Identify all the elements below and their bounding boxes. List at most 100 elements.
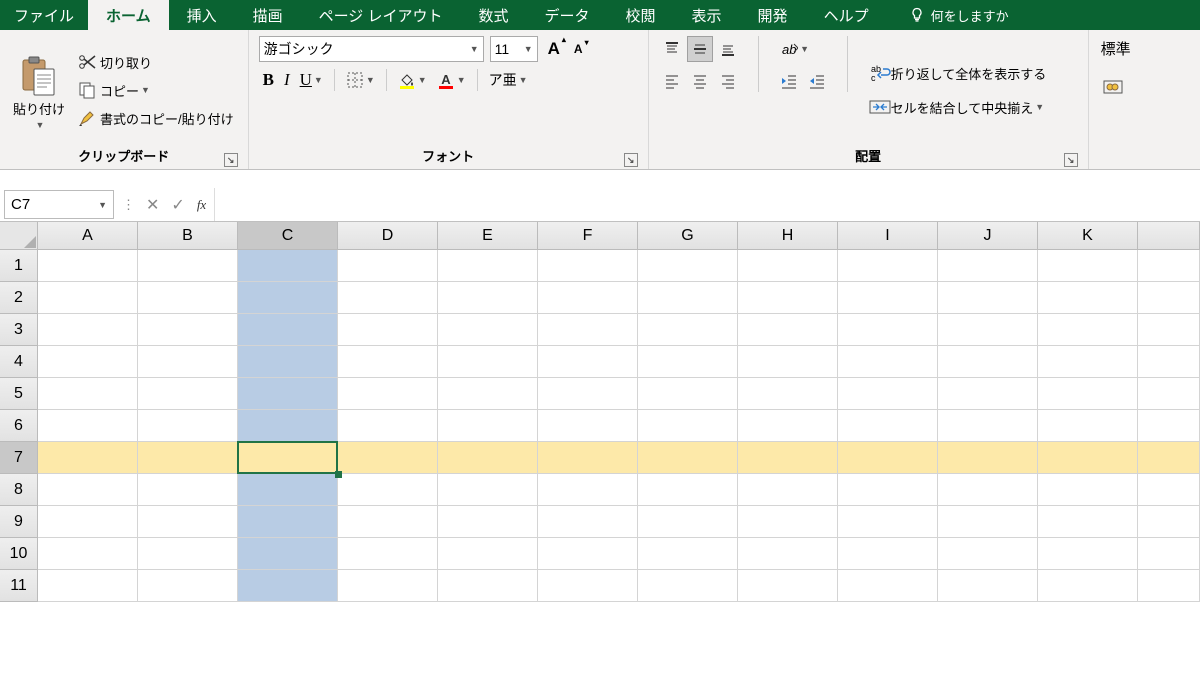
column-header-F[interactable]: F <box>538 222 638 250</box>
clipboard-dialog-launcher[interactable]: ↘ <box>224 153 238 167</box>
cell-extra[interactable] <box>1138 346 1200 378</box>
cell-I5[interactable] <box>838 378 938 410</box>
cell-extra[interactable] <box>1138 570 1200 602</box>
select-all-corner[interactable] <box>0 222 38 250</box>
cell-G3[interactable] <box>638 314 738 346</box>
cell-B1[interactable] <box>138 250 238 282</box>
cell-A4[interactable] <box>38 346 138 378</box>
cell-E2[interactable] <box>438 282 538 314</box>
cell-F5[interactable] <box>538 378 638 410</box>
insert-function-button[interactable]: fx <box>197 197 206 213</box>
row-header-5[interactable]: 5 <box>0 378 38 410</box>
phonetic-button[interactable]: ア亜▼ <box>485 68 532 92</box>
cell-E8[interactable] <box>438 474 538 506</box>
column-header-L[interactable] <box>1138 222 1200 250</box>
cell-A2[interactable] <box>38 282 138 314</box>
tab-insert[interactable]: 挿入 <box>169 0 235 30</box>
cell-D2[interactable] <box>338 282 438 314</box>
cell-extra[interactable] <box>1138 314 1200 346</box>
copy-button[interactable]: コピー▼ <box>74 78 238 102</box>
cell-A1[interactable] <box>38 250 138 282</box>
column-header-E[interactable]: E <box>438 222 538 250</box>
alignment-dialog-launcher[interactable]: ↘ <box>1064 153 1078 167</box>
cut-button[interactable]: 切り取り <box>74 50 238 74</box>
cell-I8[interactable] <box>838 474 938 506</box>
cell-A11[interactable] <box>38 570 138 602</box>
cell-F10[interactable] <box>538 538 638 570</box>
align-center-button[interactable] <box>687 68 713 94</box>
tab-view[interactable]: 表示 <box>674 0 740 30</box>
cell-I11[interactable] <box>838 570 938 602</box>
cell-extra[interactable] <box>1138 538 1200 570</box>
cell-H4[interactable] <box>738 346 838 378</box>
cell-K5[interactable] <box>1038 378 1138 410</box>
fill-handle[interactable] <box>335 471 342 478</box>
cell-K4[interactable] <box>1038 346 1138 378</box>
cell-A6[interactable] <box>38 410 138 442</box>
cell-H9[interactable] <box>738 506 838 538</box>
cell-D8[interactable] <box>338 474 438 506</box>
font-size-combo[interactable]: 11▼ <box>490 36 538 62</box>
tab-file[interactable]: ファイル <box>0 0 88 30</box>
cell-D11[interactable] <box>338 570 438 602</box>
cell-B10[interactable] <box>138 538 238 570</box>
cell-C1[interactable] <box>238 250 338 282</box>
cell-G2[interactable] <box>638 282 738 314</box>
cell-I4[interactable] <box>838 346 938 378</box>
cell-I3[interactable] <box>838 314 938 346</box>
name-box[interactable]: C7▼ <box>4 190 114 219</box>
cell-G7[interactable] <box>638 442 738 474</box>
cell-G8[interactable] <box>638 474 738 506</box>
cell-K2[interactable] <box>1038 282 1138 314</box>
cell-F1[interactable] <box>538 250 638 282</box>
align-middle-button[interactable] <box>687 36 713 62</box>
cancel-formula-button[interactable]: ✕ <box>146 195 159 215</box>
increase-indent-button[interactable] <box>804 68 830 94</box>
tell-me-search[interactable]: 何をしますか <box>897 0 1021 30</box>
cell-A7[interactable] <box>38 442 138 474</box>
cell-E1[interactable] <box>438 250 538 282</box>
cell-F7[interactable] <box>538 442 638 474</box>
align-left-button[interactable] <box>659 68 685 94</box>
cell-C4[interactable] <box>238 346 338 378</box>
bold-button[interactable]: B <box>259 68 278 92</box>
grow-font-button[interactable]: A▴ <box>544 37 564 61</box>
cell-J11[interactable] <box>938 570 1038 602</box>
cell-F8[interactable] <box>538 474 638 506</box>
tab-developer[interactable]: 開発 <box>740 0 806 30</box>
column-header-A[interactable]: A <box>38 222 138 250</box>
cell-B4[interactable] <box>138 346 238 378</box>
cell-J2[interactable] <box>938 282 1038 314</box>
column-header-H[interactable]: H <box>738 222 838 250</box>
cell-B2[interactable] <box>138 282 238 314</box>
cell-C7[interactable] <box>238 442 338 474</box>
cell-G5[interactable] <box>638 378 738 410</box>
cell-G6[interactable] <box>638 410 738 442</box>
enter-formula-button[interactable]: ✓ <box>171 195 184 215</box>
cell-D1[interactable] <box>338 250 438 282</box>
cell-G1[interactable] <box>638 250 738 282</box>
cell-G4[interactable] <box>638 346 738 378</box>
cell-J3[interactable] <box>938 314 1038 346</box>
cell-I2[interactable] <box>838 282 938 314</box>
cell-K1[interactable] <box>1038 250 1138 282</box>
tab-page-layout[interactable]: ページ レイアウト <box>301 0 461 30</box>
cell-J5[interactable] <box>938 378 1038 410</box>
format-painter-button[interactable]: 書式のコピー/貼り付け <box>74 106 238 130</box>
cell-J7[interactable] <box>938 442 1038 474</box>
cell-extra[interactable] <box>1138 442 1200 474</box>
cell-B8[interactable] <box>138 474 238 506</box>
column-header-K[interactable]: K <box>1038 222 1138 250</box>
cell-D3[interactable] <box>338 314 438 346</box>
cell-A8[interactable] <box>38 474 138 506</box>
underline-button[interactable]: U▼ <box>296 68 327 92</box>
tab-home[interactable]: ホーム <box>88 0 169 30</box>
cell-E6[interactable] <box>438 410 538 442</box>
cell-I6[interactable] <box>838 410 938 442</box>
cell-B3[interactable] <box>138 314 238 346</box>
row-header-2[interactable]: 2 <box>0 282 38 314</box>
cell-A10[interactable] <box>38 538 138 570</box>
column-header-B[interactable]: B <box>138 222 238 250</box>
wrap-text-button[interactable]: abc 折り返して全体を表示する <box>865 61 1051 85</box>
cell-E9[interactable] <box>438 506 538 538</box>
